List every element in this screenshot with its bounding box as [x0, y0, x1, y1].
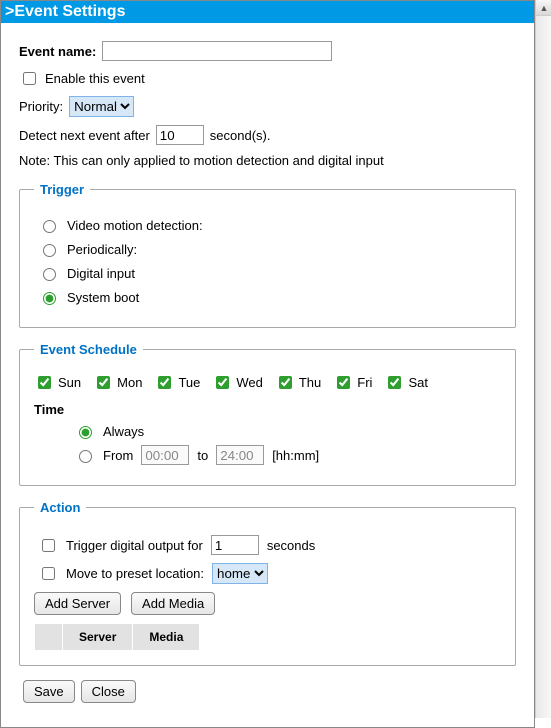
trigger-output-seconds-input[interactable] [211, 535, 259, 555]
move-preset-label: Move to preset location: [66, 566, 204, 581]
schedule-legend: Event Schedule [34, 342, 143, 357]
day-tue-checkbox[interactable] [158, 376, 171, 389]
time-always-label: Always [103, 424, 144, 439]
schedule-fieldset: Event Schedule Sun Mon Tue Wed Thu Fri S… [19, 342, 516, 486]
trigger-digital-label: Digital input [67, 266, 135, 281]
trigger-periodic-label: Periodically: [67, 242, 137, 257]
time-to-label: to [197, 448, 208, 463]
time-from-label: From [103, 448, 133, 463]
day-thu-label: Thu [299, 375, 321, 390]
action-legend: Action [34, 500, 86, 515]
detect-pre-label: Detect next event after [19, 128, 150, 143]
detect-post-label: second(s). [210, 128, 271, 143]
save-button[interactable]: Save [23, 680, 75, 703]
preset-select[interactable]: home [212, 563, 268, 584]
day-wed-checkbox[interactable] [216, 376, 229, 389]
time-from-radio[interactable] [79, 450, 92, 463]
event-name-input[interactable] [102, 41, 332, 61]
trigger-boot-radio[interactable] [43, 292, 56, 305]
trigger-fieldset: Trigger Video motion detection: Periodic… [19, 182, 516, 328]
day-mon-label: Mon [117, 375, 142, 390]
table-row: Server Media [35, 624, 200, 651]
trigger-output-checkbox[interactable] [42, 539, 55, 552]
trigger-legend: Trigger [34, 182, 90, 197]
server-media-table: Server Media [34, 623, 200, 651]
table-media-header: Media [133, 624, 200, 651]
time-to-input[interactable] [216, 445, 264, 465]
trigger-boot-label: System boot [67, 290, 139, 305]
add-server-button[interactable]: Add Server [34, 592, 121, 615]
trigger-output-pre: Trigger digital output for [66, 538, 203, 553]
move-preset-checkbox[interactable] [42, 567, 55, 580]
trigger-motion-label: Video motion detection: [67, 218, 203, 233]
day-tue-label: Tue [178, 375, 200, 390]
day-wed-label: Wed [236, 375, 263, 390]
time-format-label: [hh:mm] [272, 448, 319, 463]
event-name-label: Event name: [19, 44, 96, 59]
day-sun-checkbox[interactable] [38, 376, 51, 389]
detect-seconds-input[interactable] [156, 125, 204, 145]
title-bar: >Event Settings [1, 1, 534, 23]
close-button[interactable]: Close [81, 680, 136, 703]
trigger-output-post: seconds [267, 538, 315, 553]
enable-event-checkbox[interactable] [23, 72, 36, 85]
time-heading: Time [34, 402, 501, 417]
table-server-header: Server [63, 624, 133, 651]
trigger-motion-radio[interactable] [43, 220, 56, 233]
table-blank-header [35, 624, 63, 651]
time-always-radio[interactable] [79, 426, 92, 439]
day-sat-checkbox[interactable] [388, 376, 401, 389]
vertical-scrollbar[interactable]: ▲ [535, 0, 551, 718]
day-fri-label: Fri [357, 375, 372, 390]
trigger-periodic-radio[interactable] [43, 244, 56, 257]
day-fri-checkbox[interactable] [337, 376, 350, 389]
scroll-up-icon[interactable]: ▲ [536, 0, 551, 16]
action-fieldset: Action Trigger digital output for second… [19, 500, 516, 666]
enable-event-label: Enable this event [45, 71, 145, 86]
trigger-digital-radio[interactable] [43, 268, 56, 281]
day-mon-checkbox[interactable] [97, 376, 110, 389]
day-thu-checkbox[interactable] [279, 376, 292, 389]
day-sat-label: Sat [408, 375, 428, 390]
priority-select[interactable]: Normal [69, 96, 134, 117]
time-from-input[interactable] [141, 445, 189, 465]
note-text: Note: This can only applied to motion de… [19, 153, 384, 168]
add-media-button[interactable]: Add Media [131, 592, 215, 615]
priority-label: Priority: [19, 99, 63, 114]
day-sun-label: Sun [58, 375, 81, 390]
